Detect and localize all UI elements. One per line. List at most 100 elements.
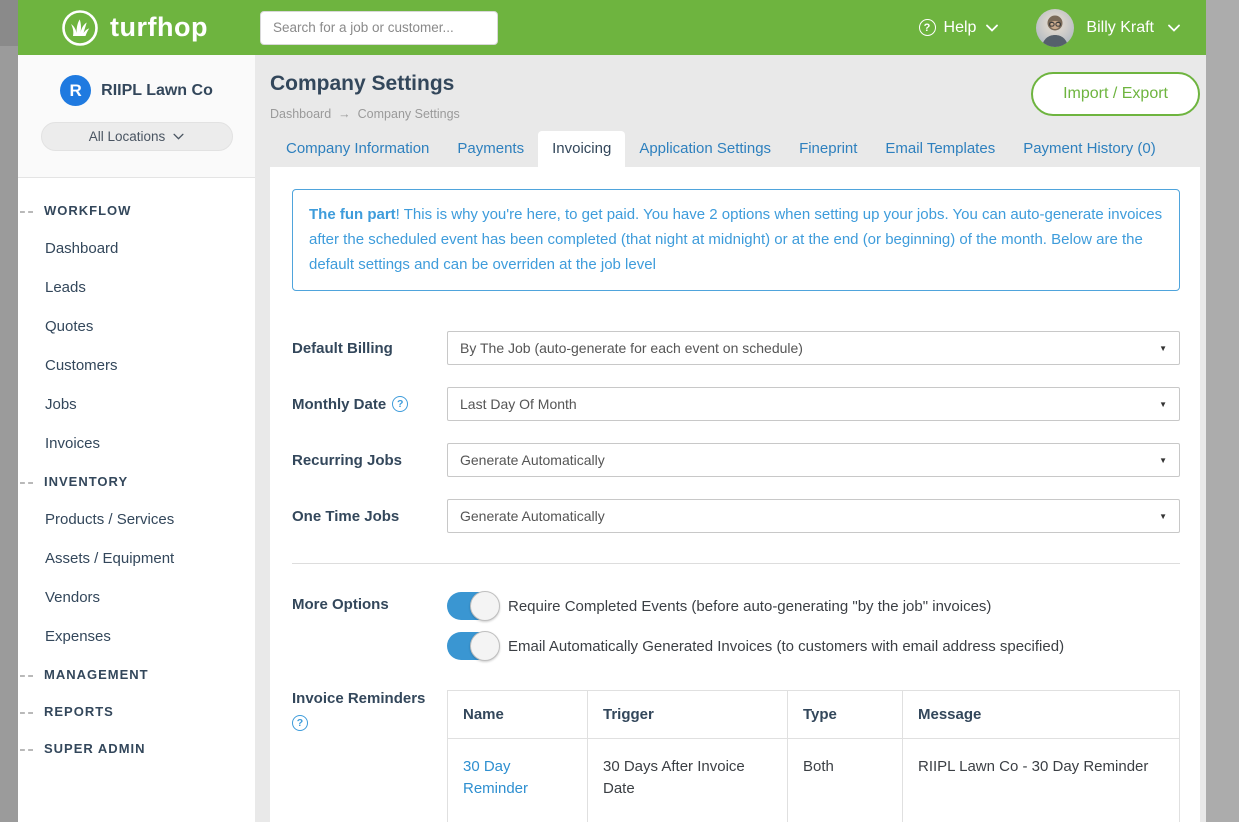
- select-monthly-date[interactable]: Last Day Of Month▼: [447, 387, 1180, 421]
- location-selector[interactable]: All Locations: [41, 122, 233, 151]
- more-options-row: More Options Require Completed Events (b…: [292, 592, 1180, 660]
- company-name: RIIPL Lawn Co: [101, 82, 213, 100]
- help-icon: ?: [919, 19, 936, 36]
- cell-message: RIIPL Lawn Co - 30 Day Reminder: [903, 739, 1180, 822]
- help-label: Help: [944, 19, 977, 37]
- breadcrumb: Dashboard → Company Settings: [270, 107, 460, 121]
- sidebar-item-invoices[interactable]: Invoices: [18, 424, 255, 463]
- help-menu[interactable]: ? Help: [919, 19, 999, 37]
- window-left-scrollbar[interactable]: [0, 0, 18, 822]
- user-menu[interactable]: Billy Kraft: [1036, 9, 1180, 47]
- field-row-default-billing: Default Billing By The Job (auto-generate…: [292, 331, 1180, 365]
- chevron-down-icon: [986, 24, 998, 32]
- field-label-one-time-jobs: One Time Jobs: [292, 508, 447, 525]
- field-label-text: Default Billing: [292, 340, 393, 357]
- select-value: Generate Automatically: [460, 508, 1159, 524]
- toggle-row: Email Automatically Generated Invoices (…: [447, 632, 1180, 660]
- caret-down-icon: ▼: [1159, 456, 1167, 465]
- grass-logo-icon: [60, 8, 100, 48]
- tab-application-settings[interactable]: Application Settings: [625, 131, 785, 167]
- toggle-list: Require Completed Events (before auto-ge…: [447, 592, 1180, 660]
- toggle-knob: [470, 631, 500, 661]
- sidebar-item-dashboard[interactable]: Dashboard: [18, 229, 255, 268]
- company-logo: R: [60, 75, 91, 106]
- invoice-reminders-label-block: Invoice Reminders ?: [292, 690, 447, 731]
- user-name: Billy Kraft: [1086, 19, 1154, 37]
- field-label-text: Recurring Jobs: [292, 452, 402, 469]
- sidebar-item-expenses[interactable]: Expenses: [18, 617, 255, 656]
- top-navbar: turfhop ? Help: [18, 0, 1206, 55]
- company-selector[interactable]: R RIIPL Lawn Co: [18, 75, 255, 106]
- table-row: 30 Day Reminder 30 Days After Invoice Dat…: [448, 739, 1180, 822]
- field-row-one-time-jobs: One Time JobsGenerate Automatically▼: [292, 499, 1180, 533]
- search-input[interactable]: [260, 11, 498, 45]
- sidebar-company-block: R RIIPL Lawn Co All Locations: [18, 55, 255, 178]
- chevron-down-icon: [1168, 24, 1180, 32]
- sidebar-section-super-admin[interactable]: SUPER ADMIN: [18, 730, 255, 767]
- invoice-reminders-label: Invoice Reminders: [292, 690, 447, 707]
- toggle-switch[interactable]: [447, 592, 498, 620]
- reminder-link-30-day-reminder[interactable]: 30 Day Reminder: [463, 758, 528, 797]
- toggle-switch[interactable]: [447, 632, 498, 660]
- invoice-reminders-section: Invoice Reminders ? NameTriggerTypeMessa…: [292, 690, 1180, 822]
- select-value: By The Job (auto-generate for each event…: [460, 340, 1159, 356]
- location-label: All Locations: [89, 129, 166, 144]
- import-export-button[interactable]: Import / Export: [1031, 72, 1200, 116]
- sidebar-item-jobs[interactable]: Jobs: [18, 385, 255, 424]
- info-callout: The fun part! This is why you're here, t…: [292, 189, 1180, 291]
- tab-payments[interactable]: Payments: [443, 131, 538, 167]
- toggle-row: Require Completed Events (before auto-ge…: [447, 592, 1180, 620]
- tab-bar: Company InformationPaymentsInvoicingAppl…: [255, 121, 1206, 167]
- sidebar-item-leads[interactable]: Leads: [18, 268, 255, 307]
- select-one-time-jobs[interactable]: Generate Automatically▼: [447, 499, 1180, 533]
- section-divider: [292, 563, 1180, 564]
- sidebar-item-customers[interactable]: Customers: [18, 346, 255, 385]
- sidebar-section-inventory[interactable]: INVENTORY: [18, 463, 255, 500]
- column-header-name: Name: [448, 691, 588, 739]
- column-header-type: Type: [788, 691, 903, 739]
- chevron-down-icon: [173, 133, 184, 140]
- tab-fineprint[interactable]: Fineprint: [785, 131, 871, 167]
- info-lead: The fun part: [309, 206, 396, 223]
- invoicing-panel: The fun part! This is why you're here, t…: [270, 167, 1200, 822]
- sidebar-section-reports[interactable]: REPORTS: [18, 693, 255, 730]
- app-window: turfhop ? Help: [18, 0, 1206, 822]
- tab-payment-history-0[interactable]: Payment History (0): [1009, 131, 1170, 167]
- breadcrumb-arrow-icon: →: [338, 107, 351, 121]
- select-recurring-jobs[interactable]: Generate Automatically▼: [447, 443, 1180, 477]
- cell-trigger: 30 Days After Invoice Date: [588, 739, 788, 822]
- sidebar-section-workflow[interactable]: WORKFLOW: [18, 192, 255, 229]
- info-text: ! This is why you're here, to get paid. …: [309, 206, 1162, 273]
- field-label-recurring-jobs: Recurring Jobs: [292, 452, 447, 469]
- breadcrumb-dashboard[interactable]: Dashboard: [270, 107, 331, 121]
- brand-logo[interactable]: turfhop: [60, 8, 208, 48]
- help-icon[interactable]: ?: [392, 396, 408, 412]
- column-header-message: Message: [903, 691, 1180, 739]
- toggle-knob: [470, 591, 500, 621]
- caret-down-icon: ▼: [1159, 400, 1167, 409]
- select-value: Generate Automatically: [460, 452, 1159, 468]
- reminders-header-row: NameTriggerTypeMessage: [448, 691, 1180, 739]
- field-label-text: Monthly Date: [292, 396, 386, 413]
- window-right-scrollbar[interactable]: [1206, 0, 1239, 822]
- help-icon[interactable]: ?: [292, 715, 308, 731]
- select-default-billing[interactable]: By The Job (auto-generate for each event…: [447, 331, 1180, 365]
- tab-email-templates[interactable]: Email Templates: [871, 131, 1009, 167]
- reminders-table: NameTriggerTypeMessage 30 Day Reminder30…: [447, 690, 1180, 822]
- scrollbar-thumb[interactable]: [0, 0, 18, 46]
- field-label-monthly-date: Monthly Date?: [292, 396, 447, 413]
- caret-down-icon: ▼: [1159, 512, 1167, 521]
- tab-company-information[interactable]: Company Information: [272, 131, 443, 167]
- sidebar-item-assets-equipment[interactable]: Assets / Equipment: [18, 539, 255, 578]
- field-row-monthly-date: Monthly Date?Last Day Of Month▼: [292, 387, 1180, 421]
- field-row-recurring-jobs: Recurring Jobs Generate Automatically▼: [292, 443, 1180, 477]
- cell-type: Both: [788, 739, 903, 822]
- topbar-right: ? Help Billy Kraft: [919, 9, 1180, 47]
- caret-down-icon: ▼: [1159, 344, 1167, 353]
- sidebar-section-management[interactable]: MANAGEMENT: [18, 656, 255, 693]
- tab-invoicing[interactable]: Invoicing: [538, 131, 625, 167]
- sidebar-item-products-services[interactable]: Products / Services: [18, 500, 255, 539]
- sidebar-item-quotes[interactable]: Quotes: [18, 307, 255, 346]
- sidebar-item-vendors[interactable]: Vendors: [18, 578, 255, 617]
- main-content: Company Settings Dashboard → Company Set…: [255, 55, 1206, 822]
